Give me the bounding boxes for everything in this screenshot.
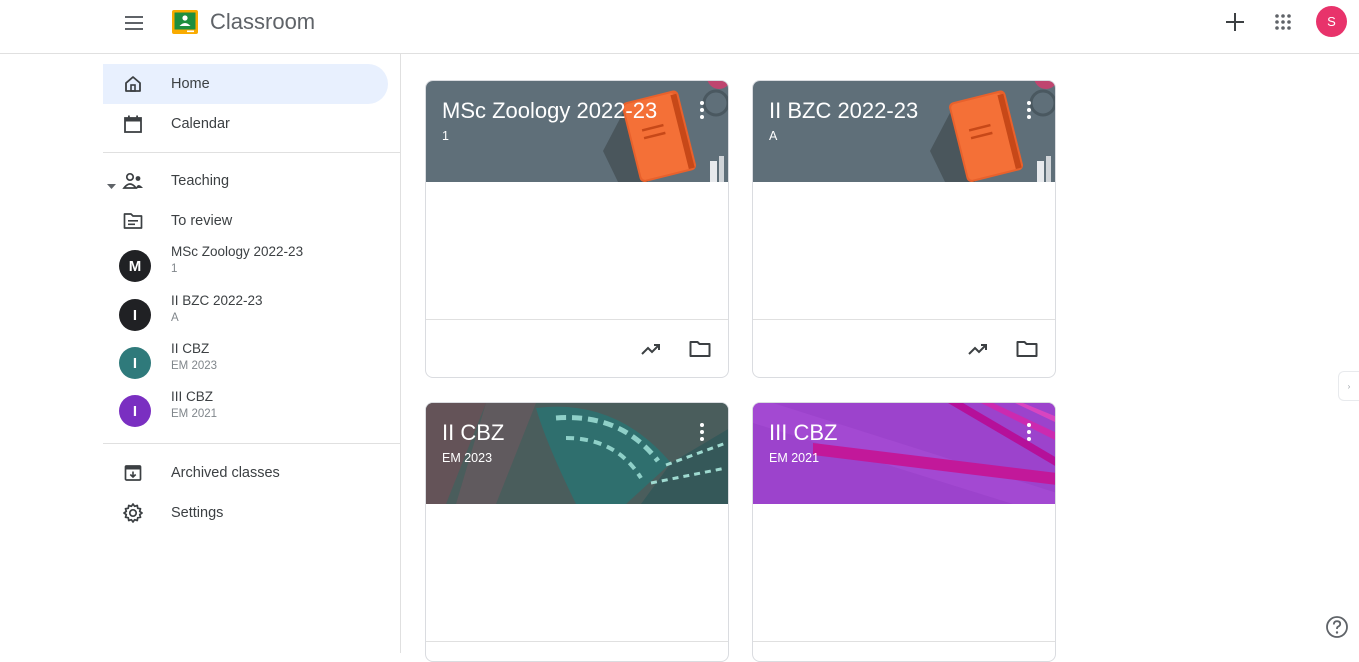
class-card: II CBZ EM 2023 — [425, 402, 729, 662]
more-vert-icon[interactable] — [1021, 421, 1037, 443]
gear-icon — [122, 502, 144, 524]
nav-settings-label: Settings — [171, 505, 224, 521]
nav-to-review[interactable]: To review — [103, 201, 388, 241]
class-card-title[interactable]: III CBZ — [769, 420, 837, 446]
nav-home[interactable]: Home — [103, 64, 388, 104]
book-illustration — [603, 81, 728, 182]
class-card: II BZC 2022-23 A — [752, 80, 1056, 378]
book-illustration — [930, 81, 1055, 182]
nav-teaching-label: Teaching — [171, 173, 230, 189]
navigation-drawer: Home Calendar Teaching To review M MSc Z… — [0, 54, 401, 653]
card-body — [426, 182, 728, 320]
more-vert-icon[interactable] — [1021, 99, 1037, 121]
card-header: MSc Zoology 2022-23 1 — [426, 81, 728, 182]
class-name: MSc Zoology 2022-23 — [171, 244, 304, 259]
class-card-title[interactable]: II BZC 2022-23 — [769, 98, 918, 124]
nav-divider — [103, 443, 401, 444]
card-header: II BZC 2022-23 A — [753, 81, 1055, 182]
plus-icon — [1226, 13, 1244, 31]
chevron-down-icon[interactable] — [107, 177, 116, 195]
class-avatar: M — [119, 250, 151, 282]
class-card-title[interactable]: MSc Zoology 2022-23 — [442, 98, 657, 124]
trending-icon[interactable] — [639, 337, 663, 361]
nav-to-review-label: To review — [171, 213, 233, 229]
class-card-title[interactable]: II CBZ — [442, 420, 504, 446]
class-section: 1 — [171, 263, 178, 275]
folder-icon[interactable] — [1015, 337, 1039, 361]
class-card-section: EM 2021 — [769, 451, 820, 465]
review-icon — [122, 210, 144, 232]
class-name: II CBZ — [171, 341, 210, 356]
people-icon — [122, 170, 144, 192]
class-name: III CBZ — [171, 389, 214, 404]
nav-archived-label: Archived classes — [171, 465, 280, 481]
main-menu-button[interactable] — [118, 7, 150, 39]
apps-grid-icon — [1275, 14, 1291, 30]
calendar-icon — [122, 113, 144, 135]
card-header: III CBZ EM 2021 — [753, 403, 1055, 504]
nav-settings[interactable]: Settings — [103, 493, 388, 533]
nav-divider — [103, 152, 401, 153]
more-vert-icon[interactable] — [694, 99, 710, 121]
sidebar-class-ii-cbz[interactable]: I II CBZ EM 2023 — [103, 339, 388, 385]
nav-calendar[interactable]: Calendar — [103, 104, 388, 144]
nav-teaching[interactable]: Teaching — [103, 161, 388, 201]
sidebar-class-ii-bzc[interactable]: I II BZC 2022-23 A — [103, 291, 388, 337]
card-body — [753, 182, 1055, 320]
trending-icon[interactable] — [966, 337, 990, 361]
card-body — [753, 504, 1055, 642]
home-icon — [122, 73, 144, 95]
app-title[interactable]: Classroom — [210, 9, 315, 35]
class-card: MSc Zoology 2022-23 1 — [425, 80, 729, 378]
card-footer — [753, 320, 1055, 377]
class-avatar: I — [119, 299, 151, 331]
help-icon[interactable] — [1324, 614, 1350, 640]
account-avatar[interactable]: S — [1316, 6, 1347, 37]
top-app-bar: Classroom S — [0, 0, 1359, 54]
sidebar-class-iii-cbz[interactable]: I III CBZ EM 2021 — [103, 387, 388, 433]
card-body — [426, 504, 728, 642]
sidebar-class-msc-zoology[interactable]: M MSc Zoology 2022-23 1 — [103, 242, 388, 288]
class-section: EM 2023 — [171, 360, 218, 372]
class-card-section: A — [769, 129, 778, 143]
create-or-join-button[interactable] — [1219, 6, 1251, 38]
class-avatar: I — [119, 395, 151, 427]
folder-icon[interactable] — [688, 337, 712, 361]
nav-archived-classes[interactable]: Archived classes — [103, 453, 388, 493]
class-avatar: I — [119, 347, 151, 379]
card-footer — [426, 320, 728, 377]
class-card: III CBZ EM 2021 — [752, 402, 1056, 662]
nav-calendar-label: Calendar — [171, 116, 230, 132]
menu-icon — [125, 16, 143, 30]
class-card-section: 1 — [442, 129, 449, 143]
class-section: EM 2021 — [171, 408, 218, 420]
side-panel-toggle[interactable]: › — [1338, 371, 1359, 401]
more-vert-icon[interactable] — [694, 421, 710, 443]
class-section: A — [171, 312, 179, 324]
card-header: II CBZ EM 2023 — [426, 403, 728, 504]
class-card-section: EM 2023 — [442, 451, 493, 465]
google-apps-button[interactable] — [1267, 6, 1299, 38]
nav-home-label: Home — [171, 76, 210, 92]
archive-icon — [122, 462, 144, 484]
class-name: II BZC 2022-23 — [171, 293, 263, 308]
classroom-logo[interactable] — [172, 10, 198, 34]
